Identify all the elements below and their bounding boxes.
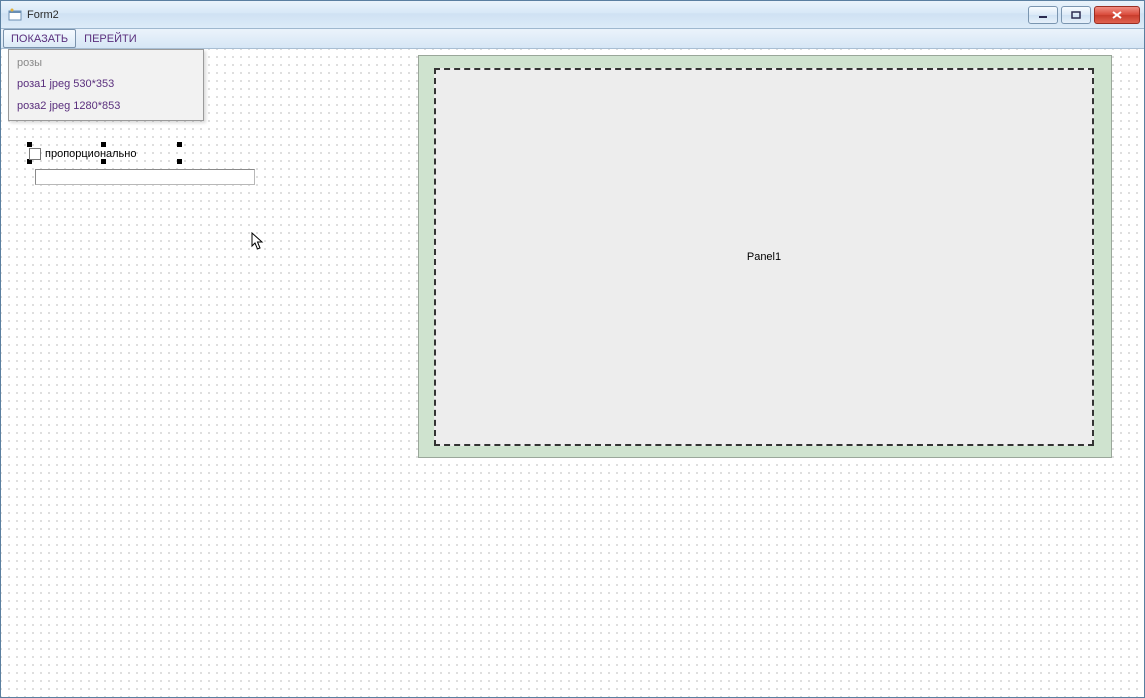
panel1[interactable]: Panel1 <box>434 68 1094 446</box>
menubar: ПОКАЗАТЬ ПЕРЕЙТИ <box>1 29 1144 49</box>
form-window: Form2 ПОКАЗАТЬ ПЕРЕЙТИ розы роза1 jpeg 5… <box>0 0 1145 698</box>
maximize-button[interactable] <box>1061 6 1091 24</box>
titlebar[interactable]: Form2 <box>1 1 1144 29</box>
cursor-icon <box>251 232 267 252</box>
dropdown-header: розы <box>11 53 201 73</box>
proportional-checkbox[interactable]: пропорционально <box>29 145 184 163</box>
checkbox-label: пропорционально <box>45 148 136 160</box>
dropdown-item-rose2[interactable]: роза2 jpeg 1280*853 <box>11 95 201 117</box>
app-icon <box>7 7 23 23</box>
menu-go[interactable]: ПЕРЕЙТИ <box>76 29 144 48</box>
text-edit[interactable] <box>35 169 255 185</box>
close-button[interactable] <box>1094 6 1140 24</box>
window-title: Form2 <box>27 9 59 21</box>
checkbox-box-icon <box>29 148 41 160</box>
menu-show[interactable]: ПОКАЗАТЬ <box>3 29 76 48</box>
form-designer-surface[interactable]: розы роза1 jpeg 530*353 роза2 jpeg 1280*… <box>1 49 1144 697</box>
panel-caption: Panel1 <box>747 251 781 263</box>
show-menu-dropdown: розы роза1 jpeg 530*353 роза2 jpeg 1280*… <box>8 49 204 121</box>
minimize-button[interactable] <box>1028 6 1058 24</box>
dropdown-item-rose1[interactable]: роза1 jpeg 530*353 <box>11 73 201 95</box>
outer-panel[interactable]: Panel1 <box>418 55 1112 458</box>
